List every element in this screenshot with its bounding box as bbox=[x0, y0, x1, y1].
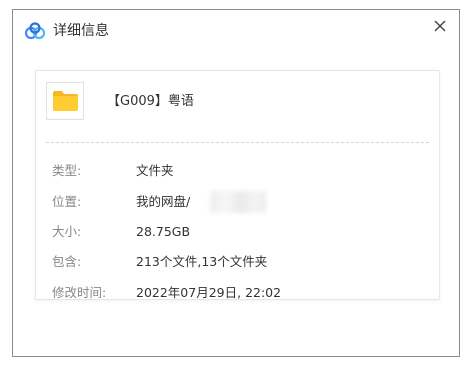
detail-value: 28.75GB bbox=[136, 224, 191, 239]
detail-label: 类型: bbox=[52, 163, 82, 178]
details-dialog: 详细信息 【G009】粤语 类型: 文件夹 位置: 我的网盘/ 大小: 28.7… bbox=[12, 9, 460, 357]
detail-value[interactable]: 我的网盘/ bbox=[136, 193, 190, 211]
detail-label: 修改时间: bbox=[52, 285, 107, 300]
dialog-titlebar: 详细信息 bbox=[13, 10, 459, 52]
redacted-path bbox=[210, 191, 266, 213]
detail-value: 文件夹 bbox=[136, 163, 174, 178]
detail-value: 213个文件,13个文件夹 bbox=[136, 254, 268, 269]
details-card: 【G009】粤语 类型: 文件夹 位置: 我的网盘/ 大小: 28.75GB 包… bbox=[35, 70, 440, 300]
divider bbox=[46, 142, 429, 143]
detail-value: 2022年07月29日, 22:02 bbox=[136, 285, 282, 300]
dialog-title: 详细信息 bbox=[53, 23, 109, 39]
folder-thumbnail bbox=[46, 82, 84, 120]
item-name: 【G009】粤语 bbox=[107, 94, 194, 109]
close-icon[interactable] bbox=[429, 15, 451, 37]
baidu-netdisk-cloud-icon bbox=[24, 22, 46, 40]
detail-label: 位置: bbox=[52, 194, 82, 209]
detail-label: 包含: bbox=[52, 254, 82, 269]
detail-label: 大小: bbox=[52, 224, 82, 239]
folder-icon bbox=[53, 91, 78, 111]
